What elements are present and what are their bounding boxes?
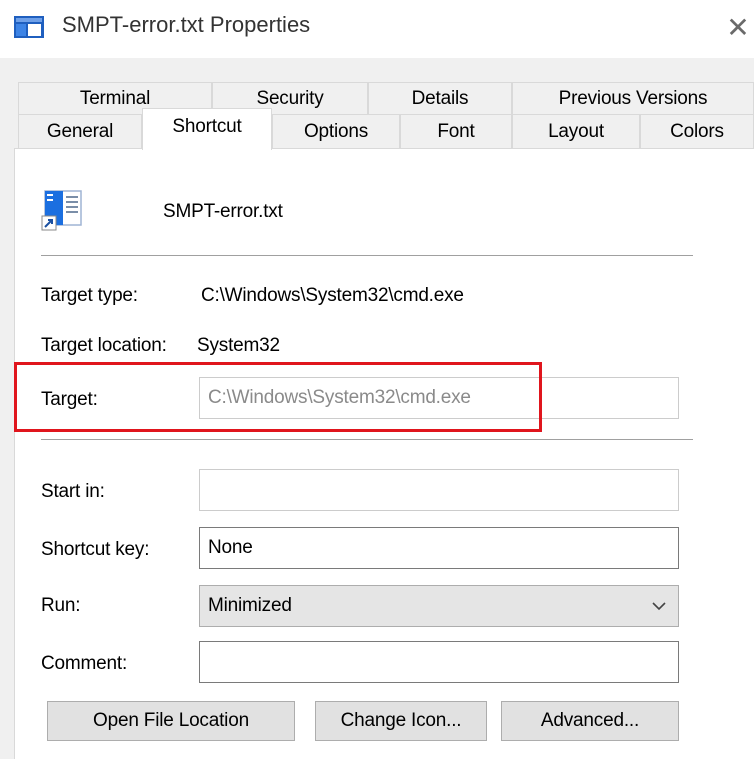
change-icon-button[interactable]: Change Icon... [315, 701, 487, 741]
tab-details[interactable]: Details [368, 82, 512, 114]
tab-colors[interactable]: Colors [640, 114, 754, 148]
start-in-field[interactable] [199, 469, 679, 511]
title-bar: SMPT-error.txt Properties ✕ [0, 0, 754, 58]
close-button[interactable]: ✕ [722, 10, 754, 46]
run-selected-value: Minimized [208, 595, 292, 616]
open-file-location-button[interactable]: Open File Location [47, 701, 295, 741]
tab-options[interactable]: Options [272, 114, 400, 148]
tab-previous-versions[interactable]: Previous Versions [512, 82, 754, 114]
separator [41, 255, 693, 256]
run-select[interactable]: Minimized [199, 585, 679, 627]
target-type-value: C:\Windows\System32\cmd.exe [201, 285, 464, 306]
target-location-label: Target location: [41, 335, 167, 356]
file-name: SMPT-error.txt [163, 201, 283, 222]
target-field[interactable]: C:\Windows\System32\cmd.exe [199, 377, 679, 419]
start-in-label: Start in: [41, 481, 105, 502]
tab-layout[interactable]: Layout [512, 114, 640, 148]
shortcut-properties-icon [14, 16, 44, 38]
properties-dialog: Terminal Security Details Previous Versi… [0, 58, 754, 759]
tab-font[interactable]: Font [400, 114, 512, 148]
run-label: Run: [41, 595, 81, 616]
target-label: Target: [41, 389, 98, 410]
target-type-label: Target type: [41, 285, 138, 306]
shortcut-key-field[interactable]: None [199, 527, 679, 569]
close-icon: ✕ [726, 12, 750, 43]
shortcut-panel: SMPT-error.txt Target type: C:\Windows\S… [14, 148, 754, 759]
chevron-down-icon [652, 602, 666, 611]
comment-field[interactable] [199, 641, 679, 683]
shortcut-key-label: Shortcut key: [41, 539, 150, 560]
window-title: SMPT-error.txt Properties [62, 12, 311, 37]
tab-shortcut[interactable]: Shortcut [142, 108, 272, 150]
comment-label: Comment: [41, 653, 128, 674]
tab-general[interactable]: General [18, 114, 142, 148]
separator [41, 439, 693, 440]
target-location-value: System32 [197, 335, 280, 356]
advanced-button[interactable]: Advanced... [501, 701, 679, 741]
shortcut-document-icon [41, 190, 82, 231]
